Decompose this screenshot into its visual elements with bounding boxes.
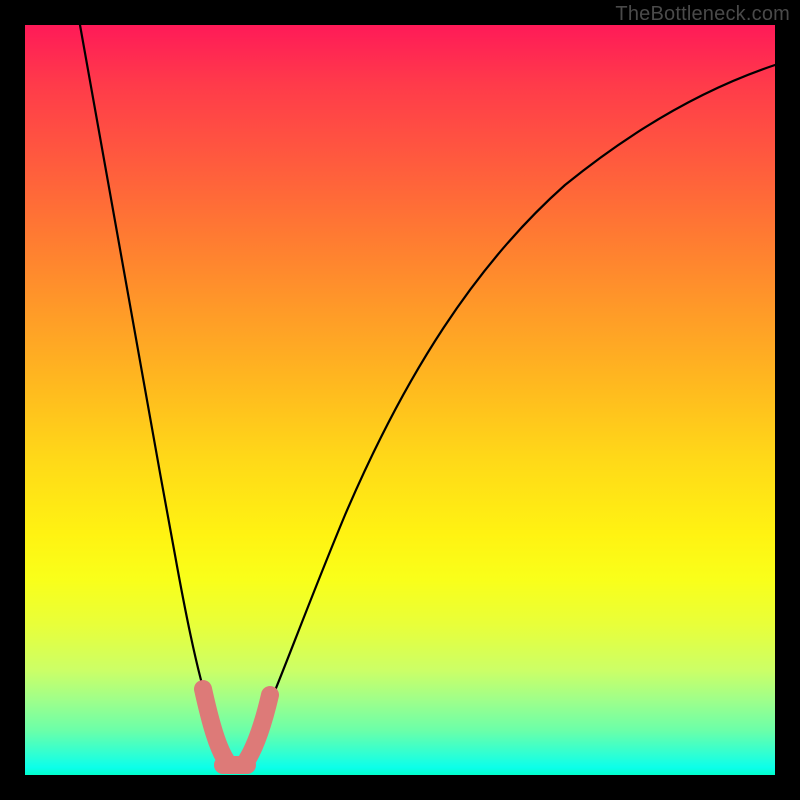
attribution-label: TheBottleneck.com <box>615 3 790 26</box>
bottleneck-curve <box>80 25 775 765</box>
curve-layer <box>25 25 775 775</box>
chart-frame: TheBottleneck.com <box>0 0 800 800</box>
plot-area <box>25 25 775 775</box>
highlight-markers <box>203 689 270 765</box>
